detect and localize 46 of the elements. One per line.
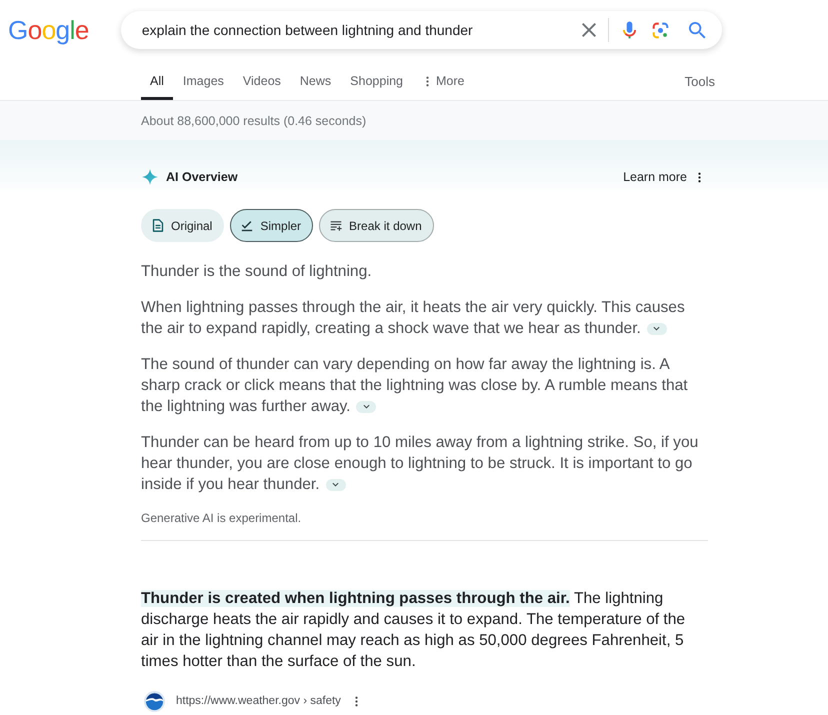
vertical-dots-icon [698,172,700,182]
results-count: About 88,600,000 results (0.46 seconds) [141,114,366,128]
search-button[interactable] [688,22,706,38]
emblem-icon [144,690,165,712]
logo[interactable]: Google [8,15,89,45]
expand-button[interactable] [646,322,667,335]
search-tab[interactable]: More [417,62,474,100]
chevron-down-icon [362,404,370,410]
chevron-down-icon [653,326,660,332]
overview-title: AI Overview [166,170,238,184]
search-field[interactable]: explain the connection between lightning and thunder [120,11,722,49]
search-query: explain the connection between lightning and thunder [142,22,474,38]
search-tab[interactable]: News [290,62,340,100]
camera-lens-icon [652,22,669,38]
more-options-button[interactable] [354,694,360,708]
style-chip[interactable]: Original [141,209,224,242]
clear-button[interactable] [582,23,596,37]
vertical-dots-icon [355,696,358,706]
source-url[interactable]: https://www.weather.gov › safety [176,695,341,707]
search-tab[interactable]: Images [174,62,233,100]
overview-paragraph: Thunder can be heard from up to 10 miles away from a lightning strike. So, if you hear thunder, you are close enough to lightning to be struck. It is important to go inside if you hear thunder. [141,433,700,495]
document-icon [152,219,164,232]
image-search-button[interactable] [652,22,669,38]
expand-button[interactable] [356,400,376,413]
voice-search-button[interactable] [622,21,636,39]
sparkle-icon [142,169,158,185]
disclaimer-text: Generative AI is experimental. [141,510,302,527]
style-chip[interactable]: Break it down [319,209,434,242]
featured-snippet-text: Thunder is created when lightning passes through the air. The lightning discharge heats the air rapidly and causes it to expand. The temperature of the air in the lightning channel may reach as high as 50,000 degrees Fahrenheit, 5 times hotter than the surface of the sun. [141,589,686,672]
search-tab[interactable]: Videos [234,62,290,100]
search-icon [688,22,706,38]
list-plus-icon [330,219,342,232]
overview-paragraph: The sound of thunder can vary depending on how far away the lightning is. A sharp crack or click means that the lightning was close by. A rumble means that the lightning was further away. [141,355,689,417]
close-icon [582,23,596,37]
style-chip[interactable]: Simpler [230,209,314,242]
tools-button[interactable]: Tools [684,74,715,88]
overview-paragraph: When lightning passes through the air, it heats the air very quickly. This causes the air to expand rapidly, creating a shock wave that we hear as thunder. [141,298,686,339]
vertical-dots-icon [426,76,429,86]
learn-more-link[interactable]: Learn more [623,170,687,184]
chevron-down-icon [332,482,340,488]
microphone-icon [622,21,636,39]
check-underline-icon [241,219,254,232]
search-tab[interactable]: Shopping [341,62,412,100]
more-options-button[interactable] [696,170,702,184]
expand-button[interactable] [326,478,346,491]
overview-paragraph: Thunder is the sound of lightning. [141,262,373,282]
